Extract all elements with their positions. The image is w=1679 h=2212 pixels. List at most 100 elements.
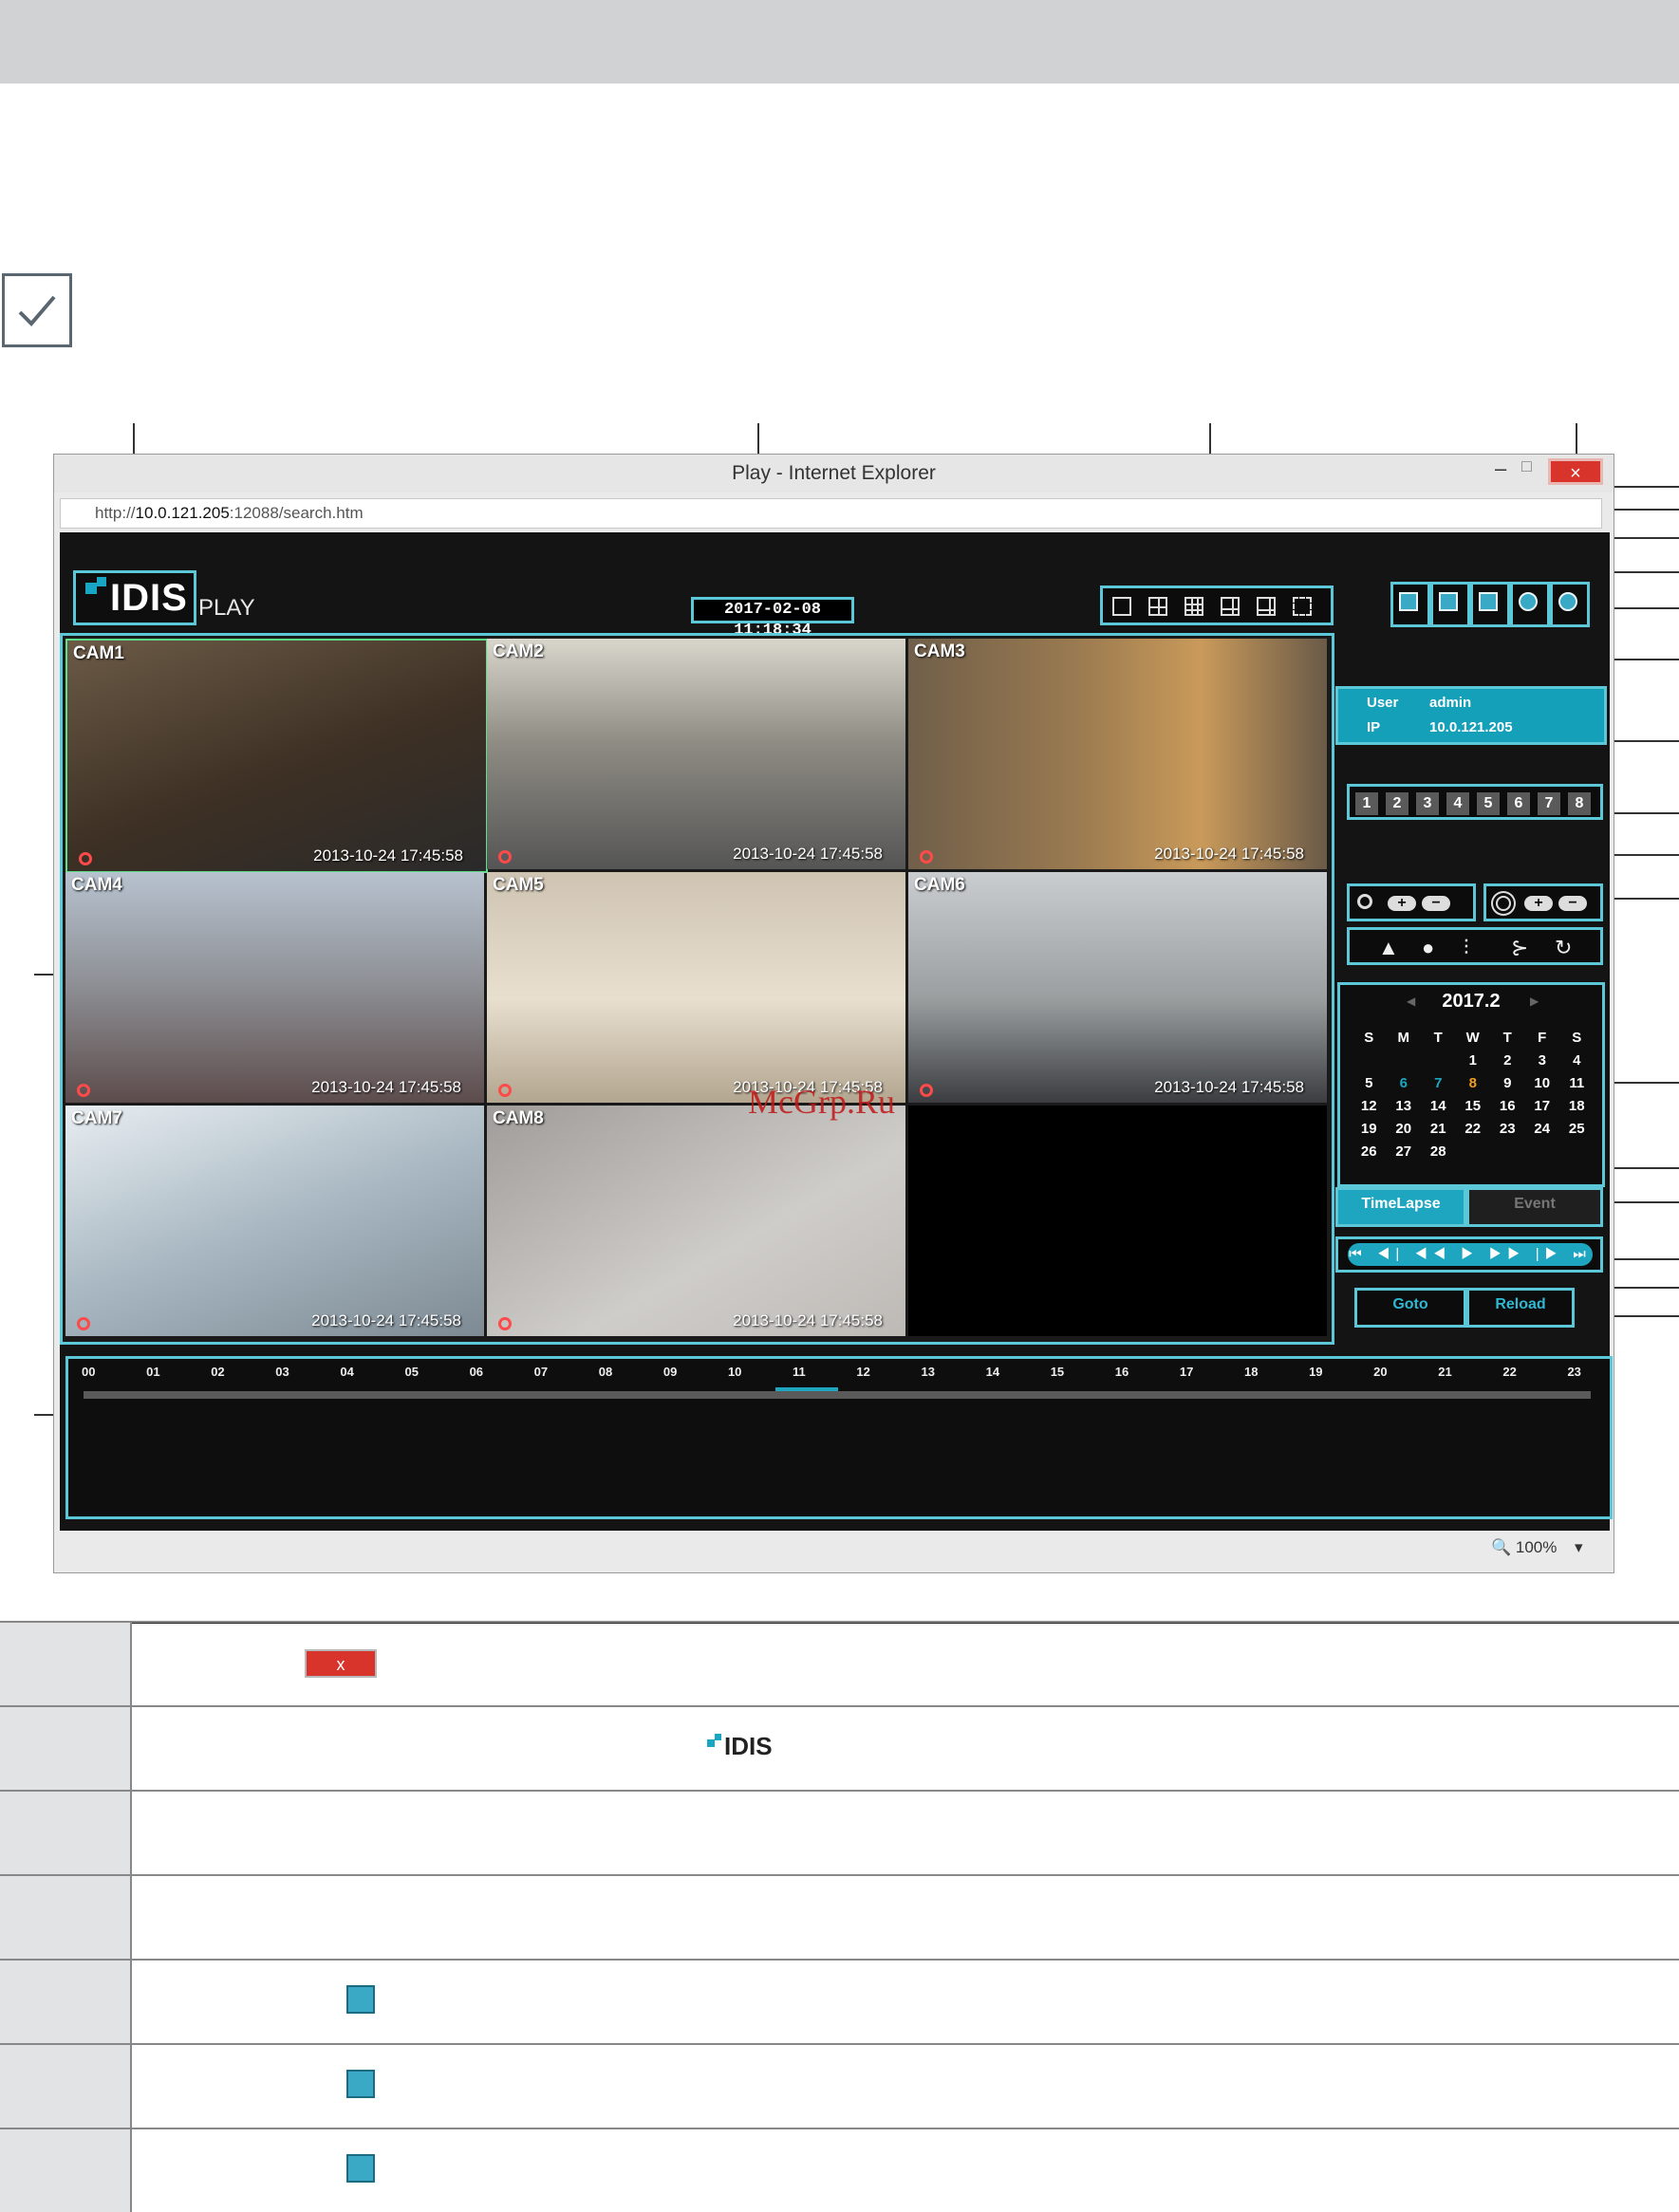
calendar-day[interactable] [1352, 1050, 1387, 1072]
snapshot-tool[interactable] [1470, 582, 1510, 627]
zoom-icon[interactable] [77, 1317, 90, 1330]
zoom-icon[interactable] [77, 1084, 90, 1097]
maximize-button[interactable]: □ [1521, 456, 1540, 476]
calendar-day[interactable]: 17 [1525, 1095, 1560, 1118]
calendar-day[interactable]: 3 [1525, 1050, 1560, 1072]
layout-1plus5-icon[interactable] [1221, 597, 1240, 616]
layout-1x1-icon[interactable] [1112, 597, 1131, 616]
calendar-day[interactable]: 1 [1456, 1050, 1491, 1072]
goto-button[interactable]: Goto [1354, 1288, 1466, 1328]
calendar-day[interactable]: 13 [1387, 1095, 1422, 1118]
channel-button[interactable]: 6 [1507, 792, 1530, 815]
calendar-day[interactable]: 12 [1352, 1095, 1387, 1118]
zoom-dropdown-icon[interactable]: ▾ [1575, 1538, 1583, 1557]
calendar-day[interactable] [1456, 1141, 1491, 1163]
zoom-icon[interactable] [498, 1317, 512, 1330]
equalizer-icon[interactable]: ⫶ [1464, 936, 1469, 960]
screen-layout-group [1100, 586, 1334, 625]
zoom-icon[interactable] [79, 852, 92, 865]
calendar-day[interactable]: 18 [1559, 1095, 1595, 1118]
brightness-up-button[interactable]: + [1524, 896, 1553, 911]
calendar-day[interactable]: 23 [1490, 1118, 1525, 1141]
channel-button[interactable]: 4 [1446, 792, 1469, 815]
calendar-day[interactable] [1421, 1050, 1456, 1072]
channel-button[interactable]: 1 [1355, 792, 1378, 815]
channel-button[interactable]: 2 [1386, 792, 1408, 815]
calendar-day[interactable]: 21 [1421, 1118, 1456, 1141]
calendar-day[interactable]: 28 [1421, 1141, 1456, 1163]
calendar-day[interactable] [1559, 1141, 1595, 1163]
calendar-day[interactable] [1525, 1141, 1560, 1163]
calendar-day-selected[interactable]: 8 [1456, 1072, 1491, 1095]
idis-logo[interactable]: IDIS [73, 570, 196, 625]
zoom-out-button[interactable]: − [1422, 896, 1450, 911]
zoom-icon[interactable] [920, 850, 933, 864]
sharpen-icon[interactable]: ▲ [1378, 936, 1399, 960]
channel-button[interactable]: 5 [1477, 792, 1500, 815]
logo-mark [707, 1739, 715, 1747]
calendar-day[interactable] [1490, 1141, 1525, 1163]
calendar-day[interactable]: 10 [1525, 1072, 1560, 1095]
address-bar[interactable]: http://10.0.121.205:12088/search.htm [60, 498, 1602, 529]
playback-tool[interactable] [1430, 582, 1470, 627]
zoom-in-button[interactable]: + [1388, 896, 1416, 911]
calendar-day[interactable]: 2 [1490, 1050, 1525, 1072]
timeline-cursor[interactable] [775, 1387, 838, 1391]
calendar-day-recorded[interactable]: 6 [1387, 1072, 1422, 1095]
fullscreen-icon[interactable] [1293, 597, 1312, 616]
calendar-day[interactable]: 9 [1490, 1072, 1525, 1095]
calendar-day[interactable]: 19 [1352, 1118, 1387, 1141]
color-icon[interactable]: ● [1422, 936, 1434, 960]
camera-tile-empty[interactable] [908, 1106, 1327, 1336]
channel-button[interactable]: 7 [1538, 792, 1560, 815]
calendar-day[interactable]: 26 [1352, 1141, 1387, 1163]
camera-tile[interactable]: CAM6 2013-10-24 17:45:58 [908, 872, 1327, 1103]
logout-tool[interactable] [1550, 582, 1590, 627]
channel-button[interactable]: 8 [1568, 792, 1591, 815]
calendar-day[interactable]: 5 [1352, 1072, 1387, 1095]
camera-timestamp: 2013-10-24 17:45:58 [1154, 1078, 1304, 1096]
channel-button[interactable]: 3 [1416, 792, 1439, 815]
transport-buttons[interactable]: ⏮ ◀| ◀◀ ▶ ▶▶ |▶ ⏭ [1348, 1243, 1593, 1266]
calendar-day[interactable]: 25 [1559, 1118, 1595, 1141]
camera-tile[interactable]: CAM4 2013-10-24 17:45:58 [65, 872, 484, 1103]
calendar-day[interactable]: 11 [1559, 1072, 1595, 1095]
calendar-day[interactable]: 4 [1559, 1050, 1595, 1072]
calendar-day[interactable]: 14 [1421, 1095, 1456, 1118]
zoom-icon[interactable] [498, 1084, 512, 1097]
minimize-button[interactable]: – [1495, 456, 1514, 481]
timelapse-button[interactable]: TimeLapse [1335, 1187, 1466, 1227]
reset-icon[interactable]: ↻ [1555, 936, 1572, 960]
layout-3x3-icon[interactable] [1185, 597, 1203, 616]
camera-tile[interactable]: CAM7 2013-10-24 17:45:58 [65, 1106, 484, 1336]
camera-tile[interactable]: CAM8 2013-10-24 17:45:58 [487, 1106, 905, 1336]
hour-tick: 20 [1373, 1365, 1388, 1379]
setup-tool[interactable] [1510, 582, 1550, 627]
interpolation-icon[interactable]: ⊱ [1511, 936, 1528, 960]
reload-button[interactable]: Reload [1466, 1288, 1575, 1328]
calendar-day[interactable]: 22 [1456, 1118, 1491, 1141]
calendar-day[interactable]: 15 [1456, 1095, 1491, 1118]
timeline-track[interactable] [84, 1391, 1591, 1399]
calendar-day[interactable]: 16 [1490, 1095, 1525, 1118]
camera-tile[interactable]: CAM1 2013-10-24 17:45:58 [65, 639, 488, 873]
close-button[interactable]: × [1548, 458, 1603, 485]
zoom-icon[interactable] [498, 850, 512, 864]
timeline[interactable]: 00 01 02 03 04 05 06 07 08 09 10 11 12 1… [65, 1356, 1613, 1519]
calendar-day-recorded[interactable]: 7 [1421, 1072, 1456, 1095]
camera-tile[interactable]: CAM2 2013-10-24 17:45:58 [487, 639, 905, 869]
camera-tile[interactable]: CAM3 2013-10-24 17:45:58 [908, 639, 1327, 869]
zoom-level[interactable]: 🔍 100% [1491, 1538, 1557, 1557]
layout-1plus7-icon[interactable] [1257, 597, 1276, 616]
calendar-day[interactable]: 27 [1387, 1141, 1422, 1163]
export-tool[interactable] [1390, 582, 1430, 627]
camera-tile[interactable]: CAM5 2013-10-24 17:45:58 [487, 872, 905, 1103]
calendar-day[interactable] [1387, 1050, 1422, 1072]
brightness-down-button[interactable]: − [1558, 896, 1587, 911]
zoom-icon[interactable] [920, 1084, 933, 1097]
calendar-day[interactable]: 20 [1387, 1118, 1422, 1141]
layout-2x2-icon[interactable] [1148, 597, 1167, 616]
calendar-next-button[interactable]: ▶ [1530, 994, 1539, 1008]
event-button[interactable]: Event [1466, 1187, 1603, 1227]
calendar-day[interactable]: 24 [1525, 1118, 1560, 1141]
